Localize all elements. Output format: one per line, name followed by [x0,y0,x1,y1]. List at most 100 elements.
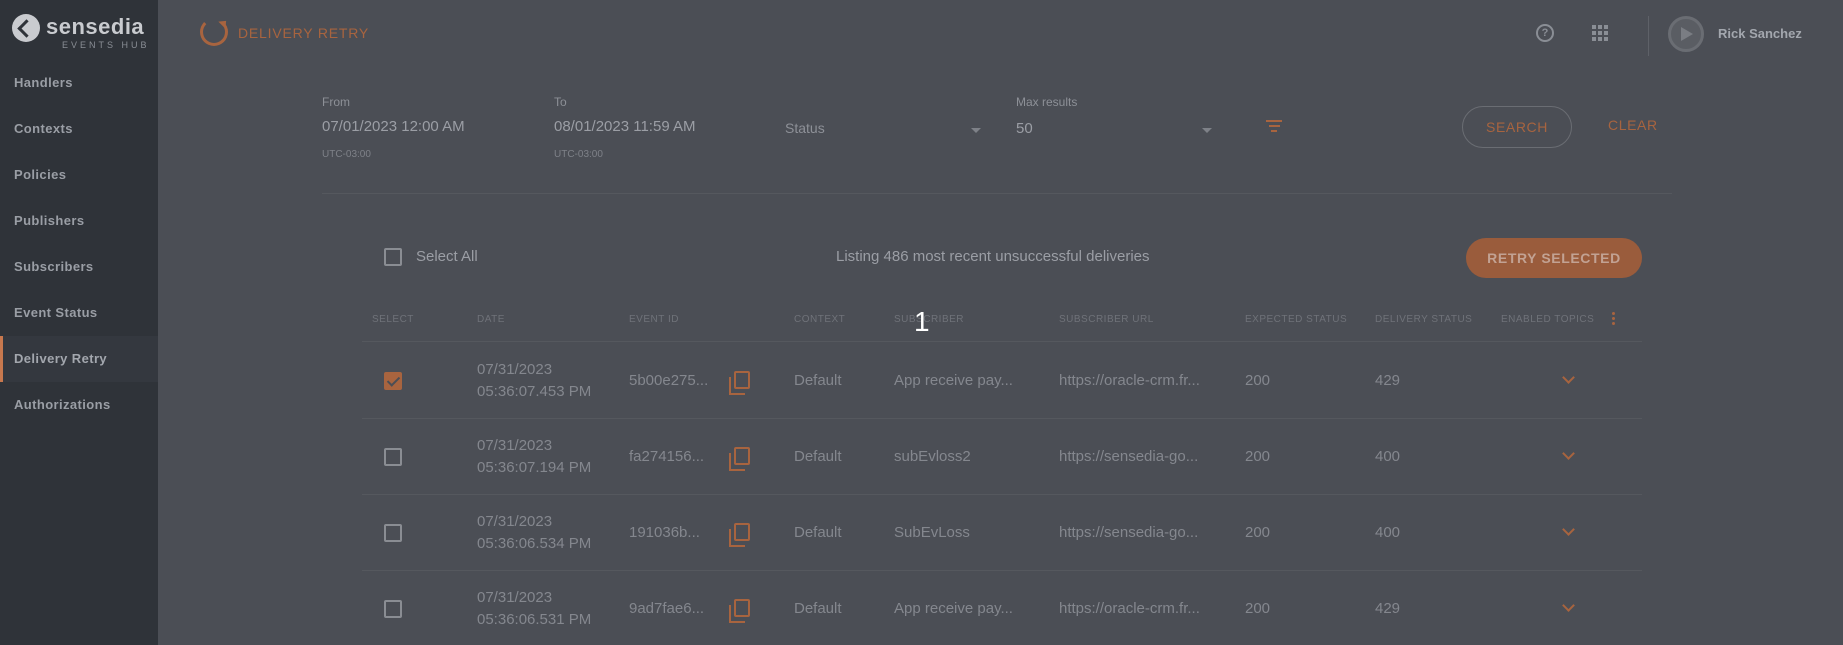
to-date-input[interactable]: 08/01/2023 11:59 AM [554,118,754,135]
column-header-event-id[interactable]: EVENT ID [629,314,679,325]
row-delivery-status: 429 [1375,372,1401,389]
table-row[interactable]: 07/31/2023 05:36:07.453 PM 5b00e275... De… [362,343,1642,419]
row-subscriber: App receive pay... [894,600,1013,617]
row-date: 07/31/2023 05:36:07.194 PM [477,437,592,476]
listing-count-text: Listing 486 most recent unsuccessful del… [836,248,1150,265]
row-expected-status: 200 [1245,372,1271,389]
help-icon[interactable]: ? [1536,24,1554,42]
brand-subtitle: EVENTS HUB [62,40,150,50]
table-header: SELECT DATE EVENT ID CONTEXT SUBSCRIBER … [362,300,1642,342]
row-expected-status: 200 [1245,448,1271,465]
more-options-icon[interactable] [1612,312,1616,328]
copy-icon[interactable] [729,371,750,395]
retry-icon [200,18,228,46]
row-context: Default [794,524,842,541]
select-all-checkbox[interactable] [384,248,402,266]
row-delivery-status: 400 [1375,524,1401,541]
table-row[interactable]: 07/31/2023 05:36:06.531 PM 9ad7fae6... De… [362,571,1642,645]
max-results-value: 50 [1016,120,1033,137]
chevron-down-icon[interactable] [1562,523,1575,536]
status-select[interactable]: Status [785,120,981,144]
filter-bar: From 07/01/2023 12:00 AM UTC-03:00 To 08… [322,90,1672,194]
column-header-enabled-topics: ENABLED TOPICS [1501,314,1595,325]
search-button[interactable]: SEARCH [1462,106,1572,148]
copy-icon[interactable] [729,523,750,547]
sidebar-item-publishers[interactable]: Publishers [0,198,158,244]
table-row[interactable]: 07/31/2023 05:36:06.534 PM 191036b... Def… [362,495,1642,571]
table-row[interactable]: 07/31/2023 05:36:07.194 PM fa274156... De… [362,419,1642,495]
column-header-date[interactable]: DATE [477,314,505,325]
sidebar-item-handlers[interactable]: Handlers [0,60,158,106]
brand-name: sensedia [46,14,145,39]
filter-icon[interactable] [1266,120,1282,132]
from-label: From [322,95,350,109]
sidebar-item-delivery-retry[interactable]: Delivery Retry [0,336,158,382]
row-context: Default [794,448,842,465]
status-placeholder: Status [785,120,825,136]
row-subscriber-url: https://oracle-crm.fr... [1059,372,1200,389]
row-checkbox[interactable] [384,372,402,390]
row-event-id: 5b00e275... [629,372,709,389]
from-date-field[interactable]: From 07/01/2023 12:00 AM UTC-03:00 [322,95,522,160]
to-date-field[interactable]: To 08/01/2023 11:59 AM UTC-03:00 [554,95,754,160]
row-checkbox[interactable] [384,600,402,618]
table-toolbar: Select All Listing 486 most recent unsuc… [362,236,1642,278]
step-number-overlay: 1 [914,306,930,337]
column-header-subscriber-url[interactable]: SUBSCRIBER URL [1059,314,1154,325]
column-header-delivery-status[interactable]: DELIVERY STATUS [1375,314,1472,325]
row-delivery-status: 400 [1375,448,1401,465]
user-name[interactable]: Rick Sanchez [1718,26,1802,41]
row-date: 07/31/2023 05:36:07.453 PM [477,361,592,400]
column-header-context[interactable]: CONTEXT [794,314,845,325]
sidebar-item-policies[interactable]: Policies [0,152,158,198]
page-title: DELIVERY RETRY [238,25,370,41]
row-subscriber-url: https://sensedia-go... [1059,524,1199,541]
row-checkbox[interactable] [384,448,402,466]
sidebar-item-authorizations[interactable]: Authorizations [0,382,158,428]
sidebar-nav: Handlers Contexts Policies Publishers Su… [0,60,158,428]
clear-button[interactable]: CLEAR [1608,117,1658,133]
chevron-down-icon[interactable] [1562,599,1575,612]
row-event-id: 191036b... [629,524,700,541]
max-results-field[interactable]: Max results [1016,95,1212,109]
row-subscriber: subEvloss2 [894,448,971,465]
chevron-down-icon[interactable] [1562,371,1575,384]
row-date: 07/31/2023 05:36:06.531 PM [477,589,592,628]
row-checkbox[interactable] [384,524,402,542]
sidebar-item-event-status[interactable]: Event Status [0,290,158,336]
copy-icon[interactable] [729,447,750,471]
row-event-id: 9ad7fae6... [629,600,705,617]
row-subscriber: SubEvLoss [894,524,970,541]
avatar[interactable] [1668,16,1704,52]
column-header-select: SELECT [372,314,414,325]
max-results-label: Max results [1016,95,1078,109]
topbar-divider [1648,16,1649,56]
chevron-down-icon [971,128,981,133]
to-label: To [554,95,567,109]
chevron-down-icon[interactable] [1562,447,1575,460]
topbar: DELIVERY RETRY ? Rick Sanchez [158,0,1843,68]
row-expected-status: 200 [1245,600,1271,617]
copy-icon[interactable] [729,599,750,623]
select-all-label[interactable]: Select All [416,248,478,265]
row-event-id: fa274156... [629,448,705,465]
from-timezone: UTC-03:00 [322,149,371,160]
retry-selected-button[interactable]: RETRY SELECTED [1466,238,1642,278]
chevron-down-icon [1202,128,1212,133]
sidebar: sensedia EVENTS HUB Handlers Contexts Po… [0,0,158,645]
row-delivery-status: 429 [1375,600,1401,617]
sensedia-logo[interactable]: sensedia EVENTS HUB [12,14,152,54]
sensedia-logo-icon [12,14,40,42]
max-results-select[interactable]: 50 [1016,120,1212,144]
row-context: Default [794,600,842,617]
row-context: Default [794,372,842,389]
sidebar-item-contexts[interactable]: Contexts [0,106,158,152]
from-date-input[interactable]: 07/01/2023 12:00 AM [322,118,522,135]
column-header-expected-status[interactable]: EXPECTED STATUS [1245,314,1347,325]
row-subscriber-url: https://oracle-crm.fr... [1059,600,1200,617]
apps-grid-icon[interactable] [1592,25,1608,41]
sidebar-item-subscribers[interactable]: Subscribers [0,244,158,290]
row-expected-status: 200 [1245,524,1271,541]
row-subscriber-url: https://sensedia-go... [1059,448,1199,465]
row-subscriber: App receive pay... [894,372,1013,389]
